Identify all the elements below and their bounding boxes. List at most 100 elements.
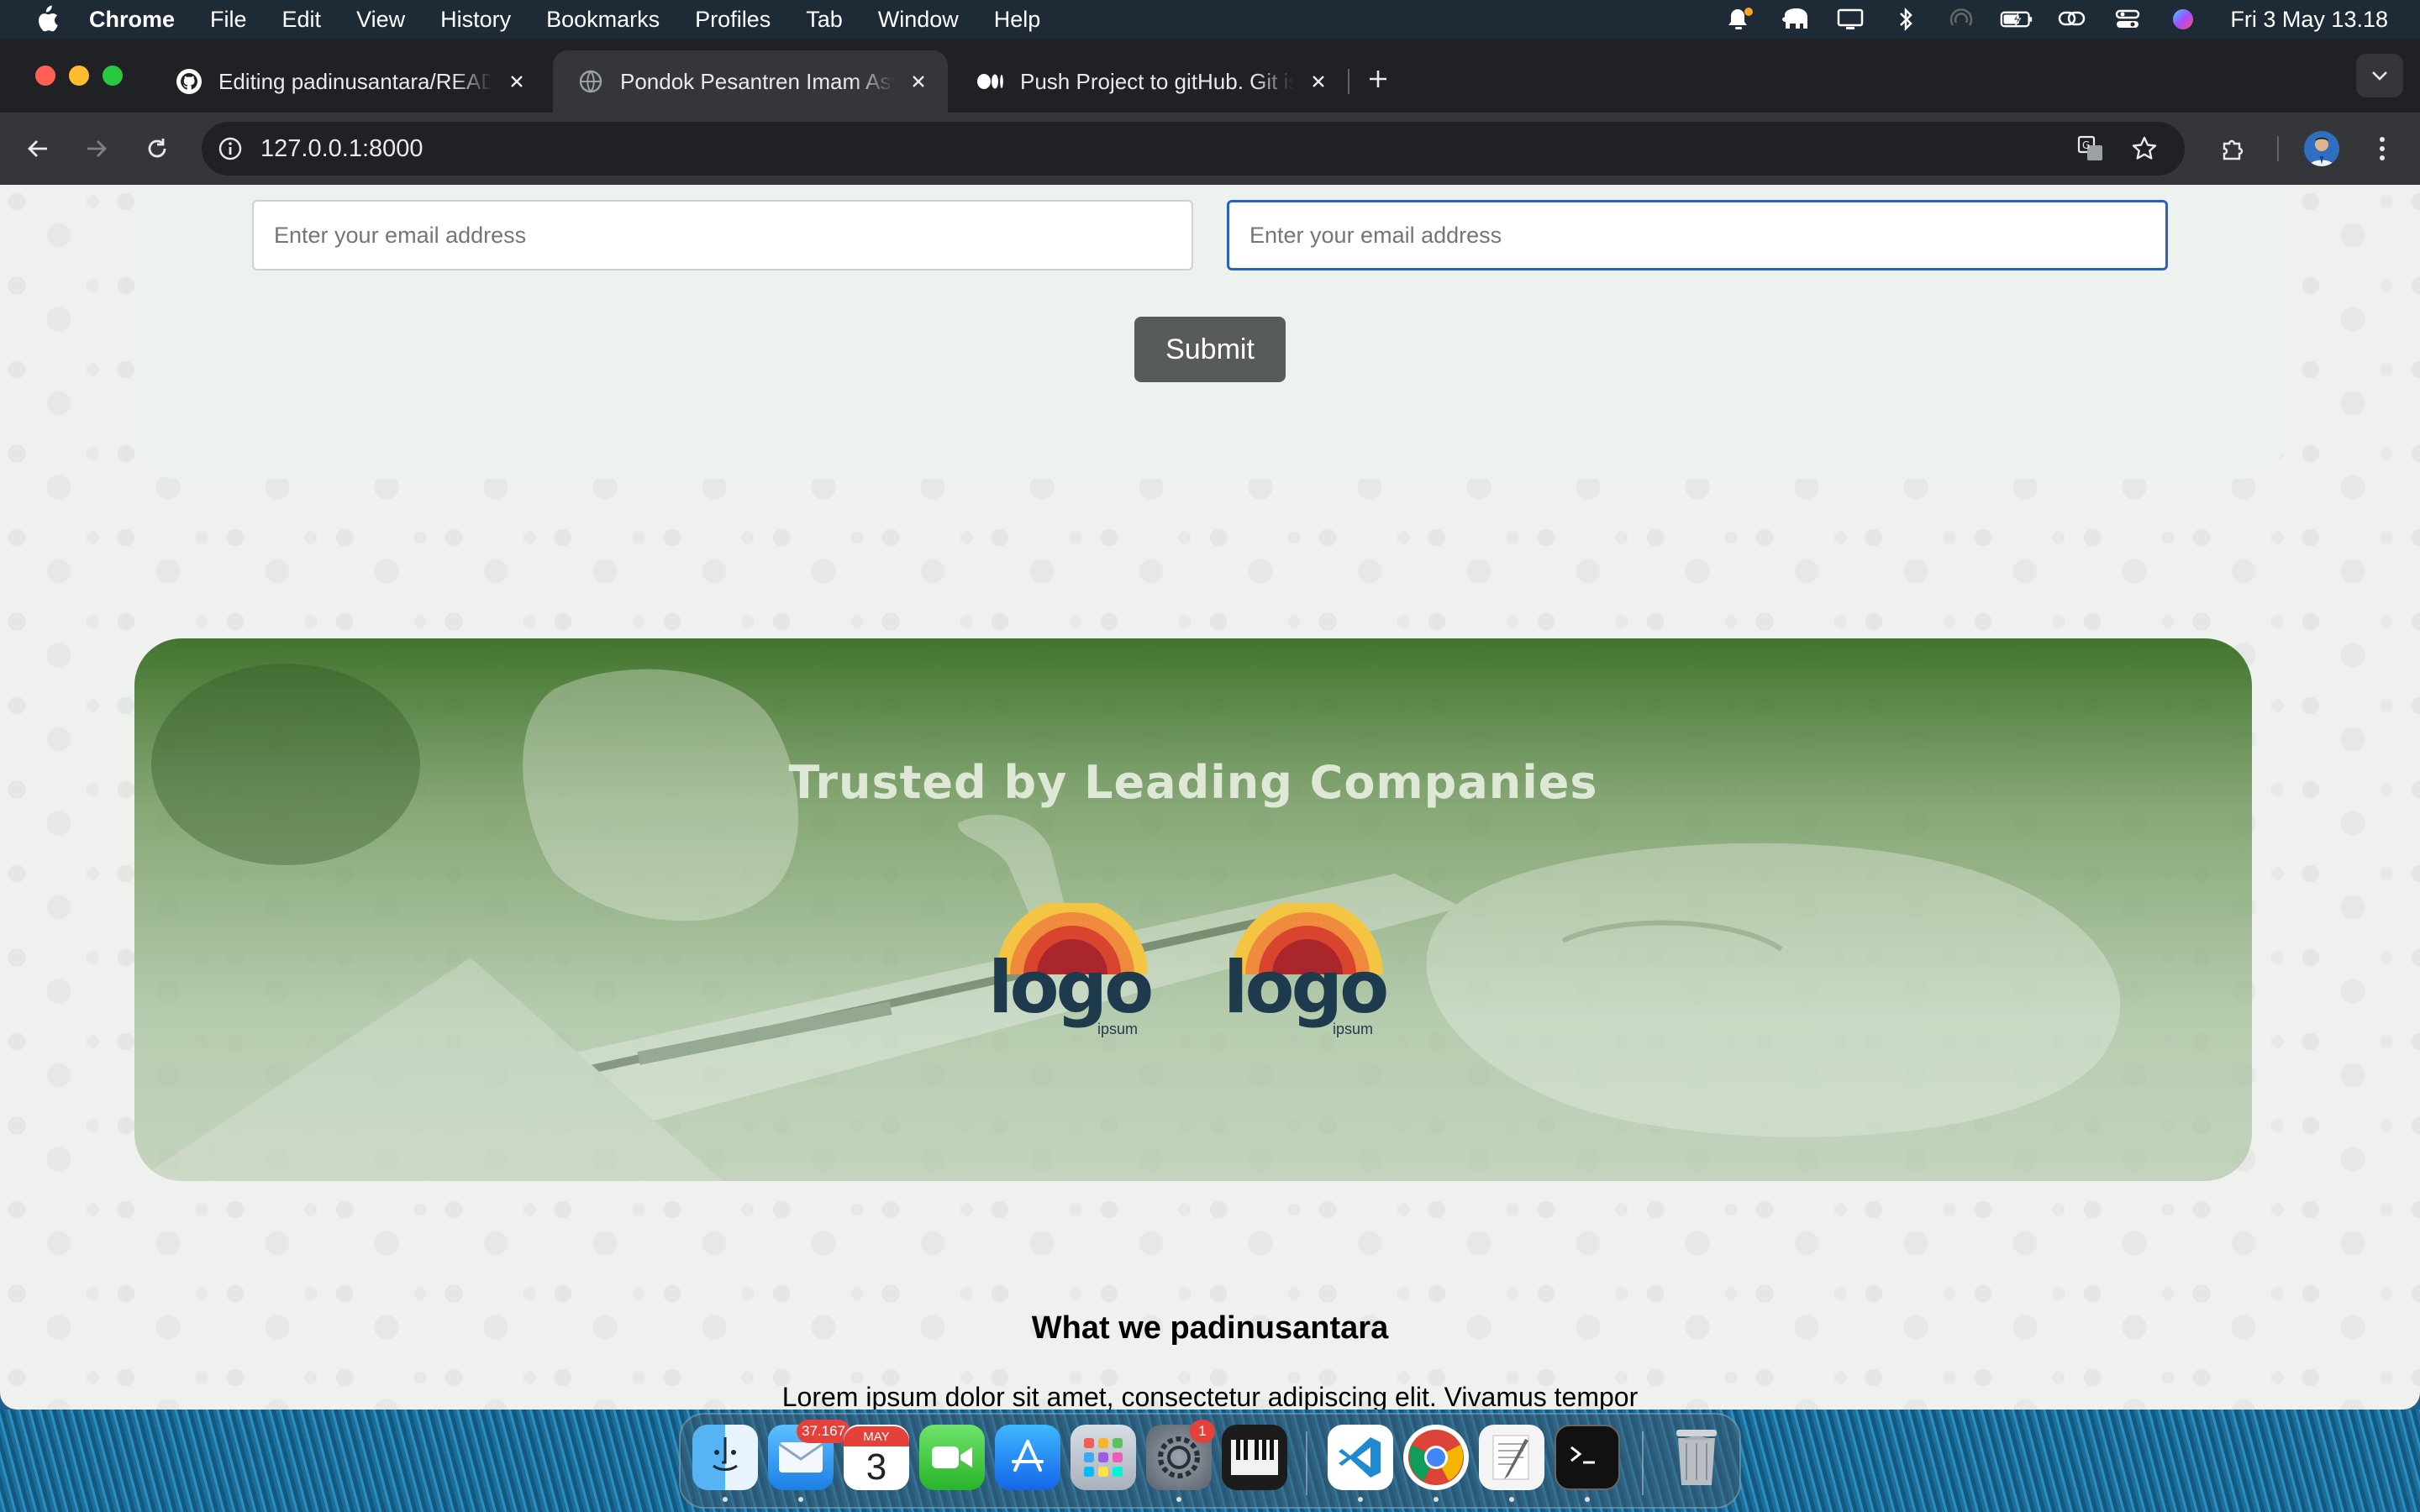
terminal-icon[interactable]: [1555, 1425, 1620, 1490]
globe-icon: [576, 67, 605, 96]
dock-separator: [1306, 1431, 1307, 1495]
trash-icon[interactable]: [1664, 1425, 1729, 1490]
email-input-right-focused[interactable]: [1227, 200, 2168, 270]
facetime-icon[interactable]: [919, 1425, 985, 1490]
macos-dock: 37.167 MAY 3 1: [679, 1413, 1741, 1509]
tab-push-project-github[interactable]: Push Project to gitHub. Git is a: [953, 50, 1348, 113]
menu-history[interactable]: History: [440, 7, 511, 33]
settings-update-badge: 1: [1190, 1420, 1215, 1443]
running-indicator: [1176, 1497, 1181, 1502]
menu-bookmarks[interactable]: Bookmarks: [546, 7, 660, 33]
running-indicator: [798, 1497, 803, 1502]
screen-mirroring-icon[interactable]: [2055, 7, 2089, 32]
menu-window[interactable]: Window: [878, 7, 959, 33]
tab-title: Pondok Pesantren Imam Asy-Syafi'i: [620, 68, 894, 94]
what-we-section-text: Lorem ipsum dolor sit amet, consectetur …: [781, 1382, 1639, 1410]
minimize-window-button[interactable]: [69, 66, 89, 86]
trusted-heading: Trusted by Leading Companies: [788, 756, 1598, 809]
trusted-companies-section: Trusted by Leading Companies logo ipsum: [134, 638, 2252, 1181]
running-indicator: [1509, 1497, 1514, 1502]
svg-text:G: G: [2082, 139, 2090, 151]
menu-edit[interactable]: Edit: [282, 7, 322, 33]
apple-menu-icon[interactable]: [32, 5, 60, 34]
url-text[interactable]: 127.0.0.1:8000: [260, 135, 424, 163]
fullscreen-window-button[interactable]: [103, 66, 123, 86]
company-logo-2: logo ipsum: [1223, 903, 1400, 1042]
macos-menu-bar: Chrome File Edit View History Bookmarks …: [0, 0, 2420, 39]
control-center-icon[interactable]: [2111, 7, 2144, 32]
page-viewport[interactable]: Submit Trusted by Leading Companies: [0, 185, 2420, 1410]
logo-subtext: ipsum: [1333, 1021, 1374, 1037]
tab-strip: Editing padinusantara/README.md Pondok P…: [0, 39, 2420, 113]
display-icon[interactable]: [1833, 7, 1867, 32]
vscode-icon[interactable]: [1328, 1425, 1393, 1490]
tab-github-readme[interactable]: Editing padinusantara/README.md: [151, 50, 546, 113]
tab-search-icon[interactable]: [2356, 54, 2403, 97]
calendar-day: 3: [865, 1446, 887, 1488]
menu-app-name[interactable]: Chrome: [89, 7, 175, 33]
calendar-icon[interactable]: MAY 3: [844, 1425, 909, 1490]
reload-icon[interactable]: [138, 129, 176, 168]
airdrop-icon[interactable]: [1944, 7, 1978, 32]
tab-close-icon[interactable]: [1306, 69, 1331, 94]
email-input-left[interactable]: [252, 200, 1193, 270]
bookmark-star-icon[interactable]: [2128, 132, 2161, 165]
newsletter-form-card: Submit: [134, 185, 2286, 479]
menu-file[interactable]: File: [210, 7, 247, 33]
textedit-icon[interactable]: [1479, 1425, 1544, 1490]
chrome-window: Editing padinusantara/README.md Pondok P…: [0, 39, 2420, 1410]
medium-icon: [976, 67, 1005, 96]
running-indicator: [1358, 1497, 1363, 1502]
submit-button[interactable]: Submit: [1134, 317, 1286, 382]
running-indicator: [1585, 1497, 1590, 1502]
logo-wordmark: logo: [1223, 946, 1389, 1030]
bluetooth-icon[interactable]: [1889, 7, 1923, 32]
browser-toolbar: 127.0.0.1:8000 G: [0, 113, 2420, 185]
tab-close-icon[interactable]: [504, 69, 529, 94]
menu-view[interactable]: View: [356, 7, 405, 33]
piano-icon[interactable]: [1222, 1425, 1287, 1490]
menu-tab[interactable]: Tab: [806, 7, 843, 33]
menu-clock[interactable]: Fri 3 May 13.18: [2230, 7, 2388, 33]
company-logo-1: logo ipsum: [988, 903, 1165, 1042]
logo-subtext: ipsum: [1097, 1021, 1139, 1037]
dock-separator: [1642, 1431, 1644, 1495]
new-tab-icon[interactable]: [1361, 62, 1395, 96]
hands-signing-document-background: [134, 664, 2121, 1181]
close-window-button[interactable]: [35, 66, 55, 86]
notification-icon[interactable]: [1723, 7, 1756, 32]
address-bar[interactable]: 127.0.0.1:8000 G: [202, 122, 2185, 176]
tableplus-elephant-icon[interactable]: [1778, 7, 1812, 32]
github-icon: [175, 67, 203, 96]
tab-pondok-pesantren[interactable]: Pondok Pesantren Imam Asy-Syafi'i: [553, 50, 948, 113]
mail-icon[interactable]: 37.167: [768, 1420, 850, 1490]
what-we-section-title: What we padinusantara: [1031, 1310, 1389, 1346]
tab-close-icon[interactable]: [906, 69, 931, 94]
chrome-icon[interactable]: [1403, 1425, 1469, 1490]
extensions-puzzle-icon[interactable]: [2213, 129, 2252, 168]
tab-title: Push Project to gitHub. Git is a: [1020, 68, 1294, 94]
app-store-icon[interactable]: [995, 1425, 1060, 1490]
chrome-menu-kebab-icon[interactable]: [2363, 129, 2402, 168]
toolbar-divider: [2277, 136, 2279, 161]
finder-icon[interactable]: [692, 1425, 758, 1490]
tab-title: Editing padinusantara/README.md: [218, 68, 492, 94]
back-arrow-icon[interactable]: [18, 129, 57, 168]
running-indicator: [723, 1497, 728, 1502]
menu-profiles[interactable]: Profiles: [695, 7, 771, 33]
calendar-month: MAY: [844, 1426, 909, 1446]
forward-arrow-icon[interactable]: [77, 129, 116, 168]
menu-help[interactable]: Help: [994, 7, 1041, 33]
site-info-icon[interactable]: [213, 132, 247, 165]
system-settings-icon[interactable]: 1: [1146, 1420, 1215, 1490]
siri-icon[interactable]: [2166, 7, 2200, 32]
logo-wordmark: logo: [988, 946, 1154, 1030]
translate-icon[interactable]: G: [2074, 132, 2107, 165]
mail-unread-badge: 37.167: [797, 1420, 850, 1443]
battery-icon[interactable]: [2000, 7, 2033, 32]
status-area: Fri 3 May 13.18: [1723, 0, 2420, 39]
running-indicator: [1434, 1497, 1439, 1502]
tab-separator: [1348, 69, 1349, 94]
profile-avatar[interactable]: [2304, 131, 2339, 166]
launchpad-icon[interactable]: [1071, 1425, 1136, 1490]
